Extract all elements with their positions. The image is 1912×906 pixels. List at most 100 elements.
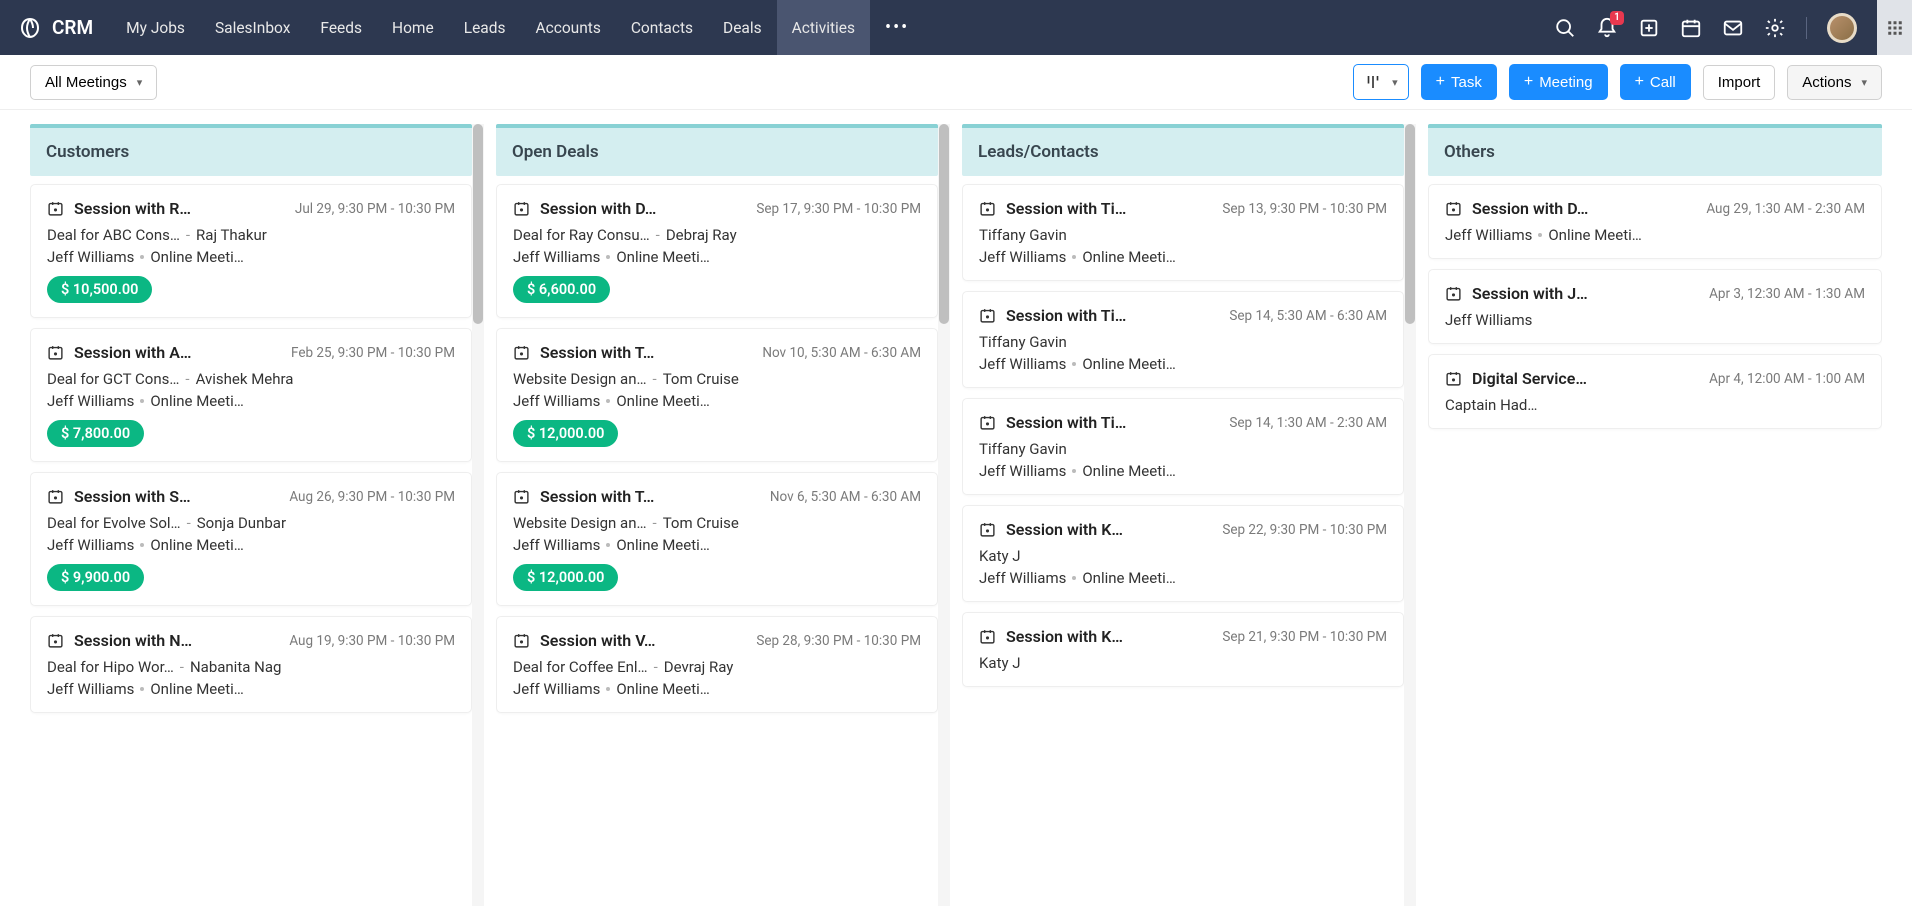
divider: [1806, 17, 1807, 39]
column-body: Session with D…Aug 29, 1:30 AM - 2:30 AM…: [1428, 176, 1882, 906]
card-owner-line: Jeff WilliamsOnline Meeti…: [513, 680, 921, 698]
card-time: Sep 14, 5:30 AM - 6:30 AM: [1229, 308, 1387, 324]
meeting-card[interactable]: Session with Ti… Sep 14, 5:30 AM - 6:30 A…: [962, 291, 1404, 388]
calendar-icon: [513, 632, 530, 649]
scrollbar[interactable]: [1404, 124, 1416, 906]
card-time: Aug 29, 1:30 AM - 2:30 AM: [1706, 201, 1865, 217]
brand-logo[interactable]: CRM: [0, 16, 111, 40]
card-time: Sep 22, 9:30 PM - 10:30 PM: [1222, 522, 1387, 538]
scrollbar[interactable]: [472, 124, 484, 906]
user-avatar[interactable]: [1827, 13, 1857, 43]
meeting-card[interactable]: Session with K… Sep 21, 9:30 PM - 10:30 P…: [962, 612, 1404, 687]
search-icon[interactable]: [1554, 17, 1576, 39]
meeting-card[interactable]: Session with D…Aug 29, 1:30 AM - 2:30 AM…: [1428, 184, 1882, 259]
nav-item-contacts[interactable]: Contacts: [616, 0, 708, 55]
layout-toggle[interactable]: [1353, 64, 1409, 100]
nav-item-salesinbox[interactable]: SalesInbox: [200, 0, 305, 55]
scrollbar[interactable]: [938, 124, 950, 906]
amount-pill: $ 7,800.00: [47, 420, 144, 447]
card-time: Aug 26, 9:30 PM - 10:30 PM: [289, 489, 455, 505]
card-contact: Katy J: [979, 654, 1387, 672]
card-owner-line: Jeff WilliamsOnline Meeti…: [979, 355, 1387, 373]
amount-pill: $ 12,000.00: [513, 420, 618, 447]
card-deal-line: Website Design an…-Tom Cruise: [513, 370, 921, 388]
actions-button[interactable]: Actions: [1787, 65, 1882, 100]
toolbar: All Meetings +Task +Meeting +Call Import…: [0, 55, 1912, 110]
meeting-card[interactable]: Session with V…Sep 28, 9:30 PM - 10:30 P…: [496, 616, 938, 713]
calendar-icon: [979, 200, 996, 217]
card-title: Session with T…: [540, 343, 654, 362]
card-contact: Katy J: [979, 547, 1387, 565]
new-task-button[interactable]: +Task: [1421, 64, 1497, 100]
new-call-button[interactable]: +Call: [1620, 64, 1691, 100]
amount-pill: $ 6,600.00: [513, 276, 610, 303]
card-title: Session with K…: [1006, 627, 1123, 646]
mail-icon[interactable]: [1722, 17, 1744, 39]
notification-badge: 1: [1610, 11, 1624, 25]
top-navbar: CRM My JobsSalesInboxFeedsHomeLeadsAccou…: [0, 0, 1912, 55]
meeting-card[interactable]: Session with K… Sep 22, 9:30 PM - 10:30 P…: [962, 505, 1404, 602]
column-header: Leads/Contacts: [962, 124, 1404, 176]
card-time: Nov 10, 5:30 AM - 6:30 AM: [762, 345, 921, 361]
new-meeting-button[interactable]: +Meeting: [1509, 64, 1608, 100]
card-title: Session with K…: [1006, 520, 1123, 539]
gear-icon[interactable]: [1764, 17, 1786, 39]
nav-item-deals[interactable]: Deals: [708, 0, 777, 55]
meeting-card[interactable]: Digital Service… Apr 4, 12:00 AM - 1:00 A…: [1428, 354, 1882, 429]
nav-item-accounts[interactable]: Accounts: [520, 0, 615, 55]
view-selector[interactable]: All Meetings: [30, 65, 157, 100]
calendar-icon: [513, 488, 530, 505]
card-title: Session with A…: [74, 343, 191, 362]
column-header: Customers: [30, 124, 472, 176]
meeting-card[interactable]: Session with Ti…Sep 14, 1:30 AM - 2:30 A…: [962, 398, 1404, 495]
meeting-card[interactable]: Session with T… Nov 10, 5:30 AM - 6:30 AM…: [496, 328, 938, 462]
import-button[interactable]: Import: [1703, 65, 1776, 100]
column-body: Session with R… Jul 29, 9:30 PM - 10:30 P…: [30, 176, 472, 906]
nav-item-feeds[interactable]: Feeds: [305, 0, 377, 55]
meeting-card[interactable]: Session with A…Feb 25, 9:30 PM - 10:30 P…: [30, 328, 472, 462]
nav-item-leads[interactable]: Leads: [449, 0, 521, 55]
nav-item-home[interactable]: Home: [377, 0, 449, 55]
amount-pill: $ 12,000.00: [513, 564, 618, 591]
card-owner-line: Jeff WilliamsOnline Meeti…: [47, 248, 455, 266]
nav-more-icon[interactable]: •••: [870, 17, 924, 38]
card-time: Sep 28, 9:30 PM - 10:30 PM: [756, 633, 921, 649]
card-deal-line: Deal for Ray Consu…-Debraj Ray: [513, 226, 921, 244]
apps-grid-icon[interactable]: [1877, 0, 1912, 55]
meeting-card[interactable]: Session with J…Apr 3, 12:30 AM - 1:30 AM…: [1428, 269, 1882, 344]
add-note-icon[interactable]: [1638, 17, 1660, 39]
meeting-card[interactable]: Session with R… Jul 29, 9:30 PM - 10:30 P…: [30, 184, 472, 318]
card-time: Jul 29, 9:30 PM - 10:30 PM: [295, 201, 455, 217]
meeting-card[interactable]: Session with Ti…Sep 13, 9:30 PM - 10:30 …: [962, 184, 1404, 281]
calendar-icon: [979, 414, 996, 431]
card-owner-line: Jeff WilliamsOnline Meeti…: [513, 248, 921, 266]
nav-item-my-jobs[interactable]: My Jobs: [111, 0, 200, 55]
card-title: Session with R…: [74, 199, 191, 218]
calendar-icon[interactable]: [1680, 17, 1702, 39]
card-owner-line: Jeff WilliamsOnline Meeti…: [979, 569, 1387, 587]
card-owner-line: Jeff WilliamsOnline Meeti…: [513, 392, 921, 410]
card-title: Session with Ti…: [1006, 306, 1126, 325]
card-title: Digital Service…: [1472, 369, 1587, 388]
meeting-card[interactable]: Session with T…Nov 6, 5:30 AM - 6:30 AMW…: [496, 472, 938, 606]
card-time: Sep 13, 9:30 PM - 10:30 PM: [1222, 201, 1387, 217]
column-others: OthersSession with D…Aug 29, 1:30 AM - 2…: [1428, 124, 1882, 906]
card-time: Sep 21, 9:30 PM - 10:30 PM: [1222, 629, 1387, 645]
calendar-icon: [979, 628, 996, 645]
meeting-card[interactable]: Session with N…Aug 19, 9:30 PM - 10:30 P…: [30, 616, 472, 713]
meeting-card[interactable]: Session with D…Sep 17, 9:30 PM - 10:30 P…: [496, 184, 938, 318]
meeting-card[interactable]: Session with S…Aug 26, 9:30 PM - 10:30 P…: [30, 472, 472, 606]
nav-item-activities[interactable]: Activities: [777, 0, 870, 55]
card-time: Apr 3, 12:30 AM - 1:30 AM: [1709, 286, 1865, 302]
column-customers: Customers Session with R… Jul 29, 9:30 PM …: [30, 124, 472, 906]
card-owner-line: Jeff WilliamsOnline Meeti…: [979, 462, 1387, 480]
column-open-deals: Open DealsSession with D…Sep 17, 9:30 PM…: [496, 124, 938, 906]
calendar-icon: [1445, 370, 1462, 387]
card-owner-line: Jeff WilliamsOnline Meeti…: [1445, 226, 1865, 244]
calendar-icon: [1445, 285, 1462, 302]
card-time: Apr 4, 12:00 AM - 1:00 AM: [1709, 371, 1865, 387]
card-owner-line: Jeff Williams: [1445, 311, 1865, 329]
bell-icon[interactable]: 1: [1596, 17, 1618, 39]
calendar-icon: [979, 307, 996, 324]
calendar-icon: [47, 632, 64, 649]
